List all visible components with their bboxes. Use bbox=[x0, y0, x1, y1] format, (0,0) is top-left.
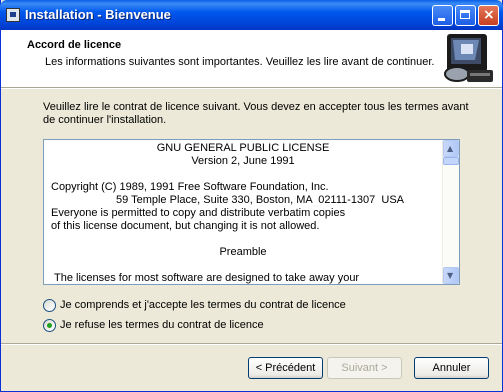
license-line: Everyone is permitted to copy and distri… bbox=[51, 207, 346, 219]
refuse-radio[interactable] bbox=[43, 319, 56, 332]
cancel-button[interactable]: Annuler bbox=[414, 357, 489, 379]
license-text[interactable]: GNU GENERAL PUBLIC LICENSE Version 2, Ju… bbox=[44, 140, 442, 284]
installer-window: Installation - Bienvenue × Accord de lic… bbox=[0, 0, 503, 392]
scroll-up-arrow-icon: ▲ bbox=[447, 144, 454, 153]
scroll-up-button[interactable]: ▲ bbox=[443, 140, 459, 157]
title-bar[interactable]: Installation - Bienvenue × bbox=[0, 0, 503, 30]
license-line: of this license document, but changing i… bbox=[51, 220, 320, 232]
scroll-down-button[interactable]: ▼ bbox=[443, 267, 459, 284]
installer-icon[interactable] bbox=[6, 8, 20, 22]
footer-divider-highlight bbox=[1, 344, 502, 345]
minimize-button[interactable] bbox=[432, 5, 453, 26]
close-icon: × bbox=[483, 7, 495, 23]
accept-label[interactable]: Je comprends et j'accepte les termes du … bbox=[60, 299, 346, 312]
accept-radio[interactable] bbox=[43, 299, 56, 312]
computer-setup-icon bbox=[444, 34, 493, 82]
refuse-label[interactable]: Je refuse les termes du contrat de licen… bbox=[60, 319, 264, 332]
license-textbox[interactable]: GNU GENERAL PUBLIC LICENSE Version 2, Ju… bbox=[43, 139, 460, 285]
license-scrollbar[interactable]: ▲ ▼ bbox=[442, 140, 459, 284]
maximize-button[interactable] bbox=[455, 5, 476, 26]
scroll-thumb[interactable] bbox=[443, 157, 459, 165]
header-divider bbox=[1, 88, 502, 89]
page-subtitle: Les informations suivantes sont importan… bbox=[45, 56, 435, 68]
scroll-down-arrow-icon: ▼ bbox=[447, 271, 454, 280]
license-instructions: Veuillez lire le contrat de licence suiv… bbox=[43, 101, 469, 126]
license-line: Copyright (C) 1989, 1991 Free Software F… bbox=[51, 181, 329, 193]
minimize-icon bbox=[438, 18, 445, 21]
next-button[interactable]: Suivant > bbox=[327, 357, 402, 379]
license-line: Preamble bbox=[219, 246, 267, 258]
maximize-icon bbox=[460, 10, 470, 19]
wizard-header: Accord de licence Les informations suiva… bbox=[1, 30, 502, 88]
previous-button[interactable]: < Précédent bbox=[248, 357, 323, 379]
license-line: The licenses for most software are desig… bbox=[54, 272, 360, 284]
page-title: Accord de licence bbox=[27, 39, 122, 51]
window-title: Installation - Bienvenue bbox=[25, 7, 171, 22]
license-line: 59 Temple Place, Suite 330, Boston, MA 0… bbox=[116, 194, 405, 206]
close-button[interactable]: × bbox=[478, 5, 499, 26]
license-line: Version 2, June 1991 bbox=[191, 155, 295, 167]
license-line: GNU GENERAL PUBLIC LICENSE bbox=[156, 142, 330, 154]
